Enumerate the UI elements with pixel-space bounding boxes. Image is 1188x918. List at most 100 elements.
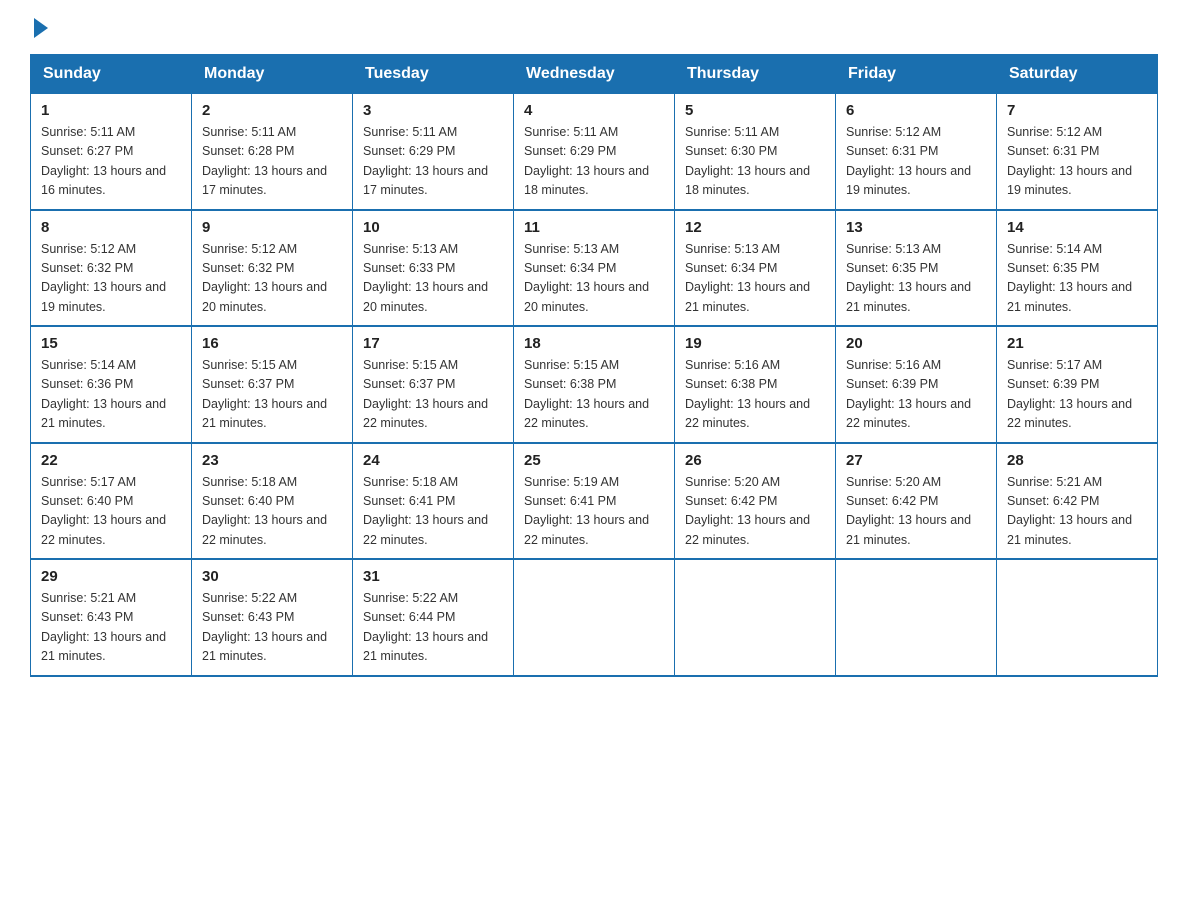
day-info: Sunrise: 5:21 AM Sunset: 6:42 PM Dayligh… — [1007, 473, 1147, 551]
calendar-cell: 24 Sunrise: 5:18 AM Sunset: 6:41 PM Dayl… — [353, 443, 514, 560]
day-number: 11 — [524, 219, 664, 236]
day-number: 18 — [524, 335, 664, 352]
day-info: Sunrise: 5:12 AM Sunset: 6:32 PM Dayligh… — [202, 240, 342, 318]
day-info: Sunrise: 5:11 AM Sunset: 6:27 PM Dayligh… — [41, 123, 181, 201]
day-number: 10 — [363, 219, 503, 236]
weekday-header-sunday: Sunday — [31, 55, 192, 94]
day-info: Sunrise: 5:20 AM Sunset: 6:42 PM Dayligh… — [846, 473, 986, 551]
calendar-cell: 4 Sunrise: 5:11 AM Sunset: 6:29 PM Dayli… — [514, 94, 675, 210]
calendar-cell: 23 Sunrise: 5:18 AM Sunset: 6:40 PM Dayl… — [192, 443, 353, 560]
calendar-cell — [514, 559, 675, 676]
day-info: Sunrise: 5:18 AM Sunset: 6:41 PM Dayligh… — [363, 473, 503, 551]
calendar-cell: 28 Sunrise: 5:21 AM Sunset: 6:42 PM Dayl… — [997, 443, 1158, 560]
calendar-cell: 22 Sunrise: 5:17 AM Sunset: 6:40 PM Dayl… — [31, 443, 192, 560]
calendar-cell: 9 Sunrise: 5:12 AM Sunset: 6:32 PM Dayli… — [192, 210, 353, 327]
calendar-cell — [675, 559, 836, 676]
calendar-cell: 26 Sunrise: 5:20 AM Sunset: 6:42 PM Dayl… — [675, 443, 836, 560]
day-number: 14 — [1007, 219, 1147, 236]
calendar-cell: 3 Sunrise: 5:11 AM Sunset: 6:29 PM Dayli… — [353, 94, 514, 210]
day-number: 28 — [1007, 452, 1147, 469]
calendar-cell: 31 Sunrise: 5:22 AM Sunset: 6:44 PM Dayl… — [353, 559, 514, 676]
weekday-header-thursday: Thursday — [675, 55, 836, 94]
day-number: 17 — [363, 335, 503, 352]
day-info: Sunrise: 5:22 AM Sunset: 6:43 PM Dayligh… — [202, 589, 342, 667]
calendar-cell: 2 Sunrise: 5:11 AM Sunset: 6:28 PM Dayli… — [192, 94, 353, 210]
weekday-header-wednesday: Wednesday — [514, 55, 675, 94]
day-number: 25 — [524, 452, 664, 469]
day-number: 12 — [685, 219, 825, 236]
day-info: Sunrise: 5:21 AM Sunset: 6:43 PM Dayligh… — [41, 589, 181, 667]
day-info: Sunrise: 5:12 AM Sunset: 6:31 PM Dayligh… — [1007, 123, 1147, 201]
day-info: Sunrise: 5:22 AM Sunset: 6:44 PM Dayligh… — [363, 589, 503, 667]
calendar-cell: 29 Sunrise: 5:21 AM Sunset: 6:43 PM Dayl… — [31, 559, 192, 676]
calendar-cell: 18 Sunrise: 5:15 AM Sunset: 6:38 PM Dayl… — [514, 326, 675, 443]
day-number: 3 — [363, 102, 503, 119]
day-info: Sunrise: 5:14 AM Sunset: 6:36 PM Dayligh… — [41, 356, 181, 434]
calendar-cell: 20 Sunrise: 5:16 AM Sunset: 6:39 PM Dayl… — [836, 326, 997, 443]
calendar-cell: 10 Sunrise: 5:13 AM Sunset: 6:33 PM Dayl… — [353, 210, 514, 327]
calendar-body: 1 Sunrise: 5:11 AM Sunset: 6:27 PM Dayli… — [31, 94, 1158, 676]
calendar-cell: 30 Sunrise: 5:22 AM Sunset: 6:43 PM Dayl… — [192, 559, 353, 676]
day-info: Sunrise: 5:14 AM Sunset: 6:35 PM Dayligh… — [1007, 240, 1147, 318]
calendar-cell: 16 Sunrise: 5:15 AM Sunset: 6:37 PM Dayl… — [192, 326, 353, 443]
calendar-cell: 19 Sunrise: 5:16 AM Sunset: 6:38 PM Dayl… — [675, 326, 836, 443]
day-number: 21 — [1007, 335, 1147, 352]
day-info: Sunrise: 5:11 AM Sunset: 6:30 PM Dayligh… — [685, 123, 825, 201]
day-info: Sunrise: 5:15 AM Sunset: 6:37 PM Dayligh… — [202, 356, 342, 434]
day-number: 31 — [363, 568, 503, 585]
day-number: 22 — [41, 452, 181, 469]
day-number: 19 — [685, 335, 825, 352]
weekday-header-friday: Friday — [836, 55, 997, 94]
calendar-cell: 12 Sunrise: 5:13 AM Sunset: 6:34 PM Dayl… — [675, 210, 836, 327]
calendar-cell: 7 Sunrise: 5:12 AM Sunset: 6:31 PM Dayli… — [997, 94, 1158, 210]
day-number: 2 — [202, 102, 342, 119]
calendar-cell: 11 Sunrise: 5:13 AM Sunset: 6:34 PM Dayl… — [514, 210, 675, 327]
day-info: Sunrise: 5:12 AM Sunset: 6:31 PM Dayligh… — [846, 123, 986, 201]
day-info: Sunrise: 5:16 AM Sunset: 6:39 PM Dayligh… — [846, 356, 986, 434]
day-info: Sunrise: 5:11 AM Sunset: 6:29 PM Dayligh… — [363, 123, 503, 201]
day-number: 15 — [41, 335, 181, 352]
calendar-cell: 21 Sunrise: 5:17 AM Sunset: 6:39 PM Dayl… — [997, 326, 1158, 443]
day-number: 23 — [202, 452, 342, 469]
calendar-week-1: 1 Sunrise: 5:11 AM Sunset: 6:27 PM Dayli… — [31, 94, 1158, 210]
calendar-cell — [997, 559, 1158, 676]
day-number: 6 — [846, 102, 986, 119]
day-number: 1 — [41, 102, 181, 119]
calendar-cell: 25 Sunrise: 5:19 AM Sunset: 6:41 PM Dayl… — [514, 443, 675, 560]
calendar-table: SundayMondayTuesdayWednesdayThursdayFrid… — [30, 54, 1158, 677]
day-number: 24 — [363, 452, 503, 469]
day-info: Sunrise: 5:19 AM Sunset: 6:41 PM Dayligh… — [524, 473, 664, 551]
day-info: Sunrise: 5:15 AM Sunset: 6:38 PM Dayligh… — [524, 356, 664, 434]
day-info: Sunrise: 5:20 AM Sunset: 6:42 PM Dayligh… — [685, 473, 825, 551]
day-info: Sunrise: 5:11 AM Sunset: 6:28 PM Dayligh… — [202, 123, 342, 201]
day-number: 16 — [202, 335, 342, 352]
calendar-week-3: 15 Sunrise: 5:14 AM Sunset: 6:36 PM Dayl… — [31, 326, 1158, 443]
calendar-cell: 15 Sunrise: 5:14 AM Sunset: 6:36 PM Dayl… — [31, 326, 192, 443]
day-number: 30 — [202, 568, 342, 585]
calendar-cell: 13 Sunrise: 5:13 AM Sunset: 6:35 PM Dayl… — [836, 210, 997, 327]
weekday-header-row: SundayMondayTuesdayWednesdayThursdayFrid… — [31, 55, 1158, 94]
calendar-week-5: 29 Sunrise: 5:21 AM Sunset: 6:43 PM Dayl… — [31, 559, 1158, 676]
calendar-cell: 14 Sunrise: 5:14 AM Sunset: 6:35 PM Dayl… — [997, 210, 1158, 327]
calendar-week-2: 8 Sunrise: 5:12 AM Sunset: 6:32 PM Dayli… — [31, 210, 1158, 327]
day-number: 7 — [1007, 102, 1147, 119]
calendar-cell: 1 Sunrise: 5:11 AM Sunset: 6:27 PM Dayli… — [31, 94, 192, 210]
day-number: 4 — [524, 102, 664, 119]
day-info: Sunrise: 5:17 AM Sunset: 6:40 PM Dayligh… — [41, 473, 181, 551]
day-info: Sunrise: 5:15 AM Sunset: 6:37 PM Dayligh… — [363, 356, 503, 434]
calendar-cell: 5 Sunrise: 5:11 AM Sunset: 6:30 PM Dayli… — [675, 94, 836, 210]
day-info: Sunrise: 5:13 AM Sunset: 6:34 PM Dayligh… — [524, 240, 664, 318]
calendar-cell: 6 Sunrise: 5:12 AM Sunset: 6:31 PM Dayli… — [836, 94, 997, 210]
calendar-cell: 27 Sunrise: 5:20 AM Sunset: 6:42 PM Dayl… — [836, 443, 997, 560]
day-number: 20 — [846, 335, 986, 352]
page-header — [30, 20, 1158, 38]
day-number: 9 — [202, 219, 342, 236]
weekday-header-monday: Monday — [192, 55, 353, 94]
calendar-header: SundayMondayTuesdayWednesdayThursdayFrid… — [31, 55, 1158, 94]
day-number: 13 — [846, 219, 986, 236]
day-info: Sunrise: 5:13 AM Sunset: 6:34 PM Dayligh… — [685, 240, 825, 318]
day-info: Sunrise: 5:18 AM Sunset: 6:40 PM Dayligh… — [202, 473, 342, 551]
day-info: Sunrise: 5:12 AM Sunset: 6:32 PM Dayligh… — [41, 240, 181, 318]
day-number: 5 — [685, 102, 825, 119]
logo — [30, 20, 48, 38]
